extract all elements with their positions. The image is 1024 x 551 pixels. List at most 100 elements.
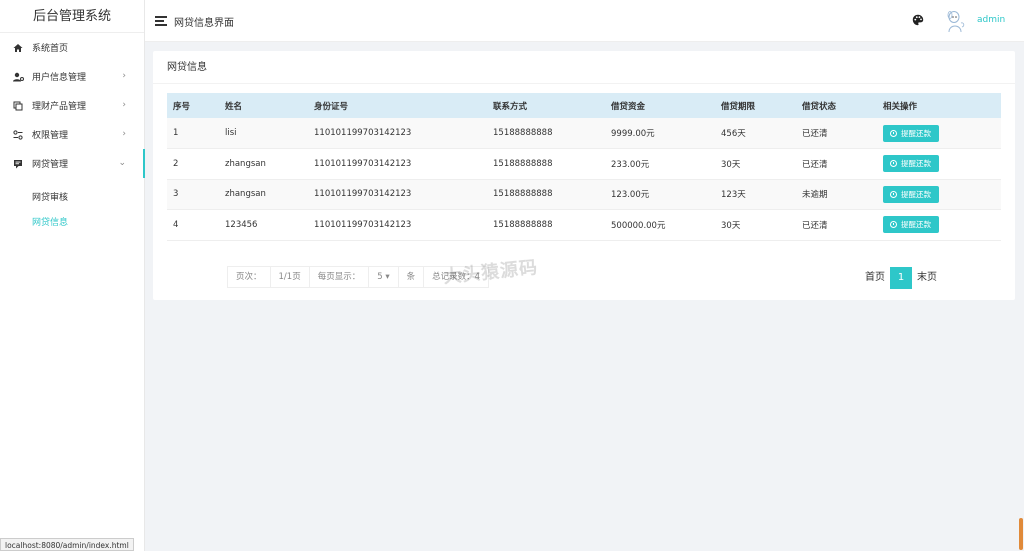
cell-name: lisi xyxy=(219,118,308,149)
chevron-right-icon: › xyxy=(122,71,126,81)
column-header: 借贷资金 xyxy=(605,93,715,118)
cell-id-number: 110101199703142123 xyxy=(308,118,487,149)
cell-amount: 123.00元 xyxy=(605,179,715,210)
sidebar-item-home[interactable]: 系统首页 xyxy=(0,33,144,62)
loan-icon xyxy=(12,159,24,169)
app-title: 后台管理系统 xyxy=(0,0,144,33)
column-header: 身份证号 xyxy=(308,93,487,118)
column-header: 姓名 xyxy=(219,93,308,118)
sidebar-subitem-loan-info[interactable]: 网贷信息 xyxy=(0,211,144,236)
cell-action: 提醒还款 xyxy=(877,179,1001,210)
cell-name: zhangsan xyxy=(219,179,308,210)
cell-no: 4 xyxy=(167,209,219,241)
cell-no: 1 xyxy=(167,118,219,149)
per-page-select[interactable]: 5 ▾ xyxy=(369,267,399,287)
browser-status-url: localhost:8080/admin/index.html xyxy=(0,538,134,551)
button-label: 提醒还款 xyxy=(901,128,931,138)
sidebar-item-label: 理财产品管理 xyxy=(32,102,87,112)
cell-status: 已还清 xyxy=(796,148,877,180)
first-page-button[interactable]: 首页 xyxy=(863,267,887,289)
loan-submenu: 网贷审核 网贷信息 xyxy=(0,178,144,236)
button-label: 提醒还款 xyxy=(901,220,931,230)
home-icon xyxy=(12,43,24,53)
finance-icon xyxy=(12,101,24,111)
sidebar-item-permission[interactable]: 权限管理 › xyxy=(0,120,144,149)
sidebar-item-loan[interactable]: 网贷管理 ⌄ xyxy=(0,149,145,178)
user-settings-icon xyxy=(12,72,24,82)
cell-term: 456天 xyxy=(715,118,796,149)
sidebar-item-finance[interactable]: 理财产品管理 › xyxy=(0,91,144,120)
cell-action: 提醒还款 xyxy=(877,209,1001,241)
permission-icon xyxy=(12,129,24,140)
avatar[interactable] xyxy=(942,8,968,34)
cell-action: 提醒还款 xyxy=(877,118,1001,149)
total-label: 总记录数：4 xyxy=(424,267,488,287)
table-header-row: 序号 姓名 身份证号 联系方式 借贷资金 借贷期限 借贷状态 相关操作 xyxy=(167,93,1001,118)
total-label-text: 总记录数： xyxy=(432,272,475,282)
remind-repay-button[interactable]: 提醒还款 xyxy=(883,124,939,142)
sidebar-item-label: 系统首页 xyxy=(32,44,69,54)
page-label: 页次： xyxy=(228,267,271,287)
cell-status: 未逾期 xyxy=(796,179,877,210)
palette-icon[interactable] xyxy=(912,14,924,26)
caret-down-icon: ▾ xyxy=(385,272,390,282)
sidebar: 后台管理系统 系统首页 用户信息管理 › 理财产品管理 › 权限管理 › 网贷管… xyxy=(0,0,145,551)
cell-status: 已还清 xyxy=(796,209,877,241)
table-row: 3 zhangsan 110101199703142123 1518888888… xyxy=(167,179,1001,210)
cell-phone: 15188888888 xyxy=(487,179,605,210)
cell-phone: 15188888888 xyxy=(487,209,605,241)
cell-term: 30天 xyxy=(715,209,796,241)
cell-name: 123456 xyxy=(219,209,308,241)
chevron-down-icon: ⌄ xyxy=(118,158,126,168)
clock-icon xyxy=(890,160,897,168)
sidebar-subitem-loan-review[interactable]: 网贷审核 xyxy=(0,186,144,211)
cell-id-number: 110101199703142123 xyxy=(308,148,487,180)
card-title: 网贷信息 xyxy=(153,51,1015,84)
cell-no: 2 xyxy=(167,148,219,180)
cell-id-number: 110101199703142123 xyxy=(308,179,487,210)
cell-action: 提醒还款 xyxy=(877,148,1001,180)
per-page-label: 每页显示： xyxy=(310,267,370,287)
remind-repay-button[interactable]: 提醒还款 xyxy=(883,185,939,203)
user-name[interactable]: admin xyxy=(977,15,1005,25)
per-page-value: 5 xyxy=(377,272,383,282)
remind-repay-button[interactable]: 提醒还款 xyxy=(883,216,939,234)
clock-icon xyxy=(890,129,897,137)
top-header: 网贷信息界面 admin xyxy=(145,0,1024,42)
cell-name: zhangsan xyxy=(219,148,308,180)
sidebar-item-label: 权限管理 xyxy=(32,131,69,141)
clock-icon xyxy=(890,190,897,198)
last-page-button[interactable]: 末页 xyxy=(915,267,939,289)
column-header: 借贷期限 xyxy=(715,93,796,118)
sidebar-item-label: 用户信息管理 xyxy=(32,73,87,83)
pagination-info: 页次： 1/1页 每页显示： 5 ▾ 条 总记录数：4 xyxy=(227,266,490,288)
menu-toggle-icon[interactable] xyxy=(155,16,167,26)
table-row: 4 123456 110101199703142123 15188888888 … xyxy=(167,209,1001,241)
pagination-nav: 首页 1 末页 xyxy=(863,267,939,289)
cell-status: 已还清 xyxy=(796,118,877,149)
clock-icon xyxy=(890,221,897,229)
button-label: 提醒还款 xyxy=(901,189,931,199)
table-row: 1 lisi 110101199703142123 15188888888 99… xyxy=(167,118,1001,149)
cell-amount: 500000.00元 xyxy=(605,209,715,241)
column-header: 借贷状态 xyxy=(796,93,877,118)
current-page-button[interactable]: 1 xyxy=(890,267,912,289)
sidebar-item-user-info[interactable]: 用户信息管理 › xyxy=(0,62,144,91)
sidebar-menu: 系统首页 用户信息管理 › 理财产品管理 › 权限管理 › 网贷管理 ⌄ xyxy=(0,33,145,178)
cell-phone: 15188888888 xyxy=(487,148,605,180)
cell-no: 3 xyxy=(167,179,219,210)
cell-amount: 9999.00元 xyxy=(605,118,715,149)
sidebar-item-label: 网贷管理 xyxy=(32,160,69,170)
loan-info-card: 网贷信息 序号 姓名 身份证号 联系方式 借贷资金 借贷期限 借贷状态 相关操作… xyxy=(153,51,1015,300)
column-header: 序号 xyxy=(167,93,219,118)
loan-table: 序号 姓名 身份证号 联系方式 借贷资金 借贷期限 借贷状态 相关操作 1 li… xyxy=(167,93,1001,241)
scrollbar-indicator[interactable] xyxy=(1019,518,1023,550)
column-header: 联系方式 xyxy=(487,93,605,118)
chevron-right-icon: › xyxy=(122,129,126,139)
chevron-right-icon: › xyxy=(122,100,126,110)
column-header: 相关操作 xyxy=(877,93,1001,118)
remind-repay-button[interactable]: 提醒还款 xyxy=(883,155,939,173)
cell-id-number: 110101199703142123 xyxy=(308,209,487,241)
button-label: 提醒还款 xyxy=(901,159,931,169)
page-title: 网贷信息界面 xyxy=(174,18,234,29)
